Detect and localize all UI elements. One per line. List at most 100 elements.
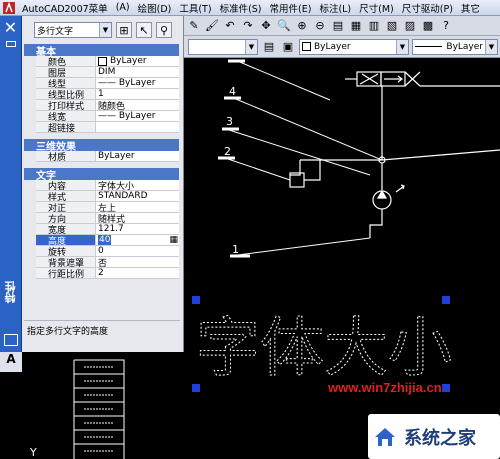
prop-key: 高度 — [36, 235, 96, 247]
prop-value: DIM — [98, 67, 116, 77]
chevron-down-icon: ▼ — [396, 39, 408, 54]
prop-key: 宽度 — [36, 224, 96, 236]
prop-key: 行距比例 — [36, 268, 96, 280]
chevron-down-icon: ▼ — [485, 39, 497, 54]
prop-key: 打印样式 — [36, 100, 96, 112]
prop-value: ByLayer — [98, 151, 135, 161]
object-type-select[interactable]: 多行文字 ▼ — [34, 22, 112, 38]
menu-item-size-driver[interactable]: 尺寸驱动(P) — [398, 1, 457, 15]
tool-palette-icon[interactable]: ▥ — [366, 18, 382, 34]
height-input[interactable]: 40 — [98, 235, 112, 245]
prop-value: 1 — [98, 89, 104, 99]
prop-value: 否 — [98, 258, 108, 269]
chevron-down-icon: ▼ — [99, 23, 111, 37]
prop-value: 121.7 — [98, 224, 124, 234]
help-icon[interactable]: ? — [438, 18, 454, 34]
prop-key: 线宽 — [36, 111, 96, 123]
prop-key: 线型 — [36, 78, 96, 90]
prop-value: 字体大小 — [98, 181, 135, 192]
menu-item-standard-parts[interactable]: 标准件(S) — [216, 1, 266, 15]
menu-item-dimension[interactable]: 标注(L) — [315, 1, 355, 15]
autohide-icon[interactable] — [5, 41, 16, 47]
prop-row-line-spacing-factor[interactable]: 行距比例 2 — [36, 268, 179, 280]
prop-key: 内容 — [36, 180, 96, 192]
pencil-icon[interactable]: ✎ — [186, 18, 202, 34]
quick-select-icon[interactable]: ⚲ — [156, 22, 172, 38]
pan-icon[interactable]: ✥ — [258, 18, 274, 34]
prop-value: ByLayer — [110, 56, 147, 66]
prop-key: 对正 — [36, 202, 96, 214]
menu-item-common-parts[interactable]: 常用件(E) — [266, 1, 316, 15]
object-type-value: 多行文字 — [37, 26, 74, 37]
watermark-url: www.win7zhijia.cn — [328, 380, 442, 395]
design-center-icon[interactable]: ▦ — [348, 18, 364, 34]
close-icon[interactable]: ✕ — [0, 18, 21, 37]
layer-match-icon[interactable]: ▣ — [280, 39, 296, 55]
grip-bottom-right — [442, 384, 450, 392]
chevron-down-icon: ▼ — [245, 39, 257, 54]
menu-item-draw[interactable]: 绘图(D) — [134, 1, 176, 15]
menu-item-other[interactable]: 其它 — [457, 1, 484, 15]
prop-row-hyperlink[interactable]: 超链接 — [36, 122, 179, 134]
object-selector-row: 多行文字 ▼ ⊞ ↖ ⚲ — [22, 16, 183, 44]
zoom-previous-icon[interactable]: ⊖ — [312, 18, 328, 34]
prop-key: 背景遮罩 — [36, 257, 96, 269]
property-description: 指定多行文字的高度 — [24, 320, 180, 340]
layer-combo[interactable]: ▼ — [188, 38, 258, 55]
prop-value: 0 — [98, 246, 104, 256]
label-3: 3 — [226, 115, 233, 128]
menu-item-0[interactable]: (A) — [112, 2, 134, 13]
zoom-window-icon[interactable]: ⊕ — [294, 18, 310, 34]
selected-mtext[interactable]: 字体大小 — [196, 312, 453, 387]
menu-item-size[interactable]: 尺寸(M) — [355, 1, 398, 15]
color-swatch-icon — [98, 56, 107, 66]
canvas-left-letter: A — [0, 352, 22, 372]
prop-key: 图层 — [36, 67, 96, 79]
grip-top-right — [442, 296, 450, 304]
linetype-combo[interactable]: ByLayer ▼ — [299, 38, 409, 55]
standard-toolbar: ✎ 🖌 ↶ ↷ ✥ 🔍 ⊕ ⊖ ▤ ▦ ▥ ▧ ▨ ▩ ? — [184, 16, 500, 36]
prop-key: 方向 — [36, 213, 96, 225]
menu-bar: AutoCAD2007菜单 (A) 绘图(D) 工具(T) 标准件(S) 常用件… — [0, 0, 500, 16]
label-2: 2 — [224, 145, 231, 158]
select-objects-icon[interactable]: ↖ — [136, 22, 152, 38]
calculator-icon[interactable]: ▩ — [420, 18, 436, 34]
prop-key: 线型比例 — [36, 89, 96, 101]
grip-bottom-left — [192, 384, 200, 392]
toggle-pickadd-icon[interactable]: ⊞ — [116, 22, 132, 38]
markup-icon[interactable]: ▨ — [402, 18, 418, 34]
menu-item-tools[interactable]: 工具(T) — [175, 1, 215, 15]
prop-key: 超链接 — [36, 122, 96, 134]
prop-value: —— ByLayer — [98, 78, 156, 88]
autocad-app-icon — [3, 1, 15, 14]
undo-icon[interactable]: ↶ — [222, 18, 238, 34]
linetype-value: ByLayer — [314, 41, 351, 52]
grip-top-left — [192, 296, 200, 304]
label-1: 1 — [232, 243, 239, 256]
line-sample — [415, 46, 443, 47]
prop-row-material[interactable]: 材质 ByLayer — [36, 151, 179, 163]
properties-toolbar: ▼ ▤ ▣ ByLayer ▼ ByLayer ▼ — [184, 36, 500, 58]
prop-value: STANDARD — [98, 191, 148, 201]
properties-palette-titlebar[interactable]: ✕ 特性 — [0, 16, 22, 352]
properties-icon[interactable]: ▤ — [330, 18, 346, 34]
sheet-set-icon[interactable]: ▧ — [384, 18, 400, 34]
layer-previous-icon[interactable]: ▤ — [261, 39, 277, 55]
palette-menu-icon[interactable] — [4, 334, 18, 346]
label-4: 4 — [229, 85, 236, 98]
y-axis-label: Y — [29, 446, 37, 459]
prop-value: 2 — [98, 268, 104, 278]
brush-icon[interactable]: 🖌 — [204, 18, 220, 34]
lineweight-combo[interactable]: ByLayer ▼ — [412, 38, 498, 55]
prop-key: 材质 — [36, 151, 96, 163]
zoom-realtime-icon[interactable]: 🔍 — [276, 18, 292, 34]
redo-icon[interactable]: ↷ — [240, 18, 256, 34]
prop-value: 随颜色 — [98, 101, 126, 112]
prop-key: 颜色 — [36, 56, 96, 68]
house-logo-icon — [375, 427, 395, 446]
menu-app-title: AutoCAD2007菜单 — [22, 3, 108, 15]
calculator-icon[interactable]: ▦ — [169, 235, 179, 245]
watermark-logo: 系统之家 — [368, 414, 500, 459]
prop-key: 样式 — [36, 191, 96, 203]
prop-value: —— ByLayer — [98, 111, 156, 121]
